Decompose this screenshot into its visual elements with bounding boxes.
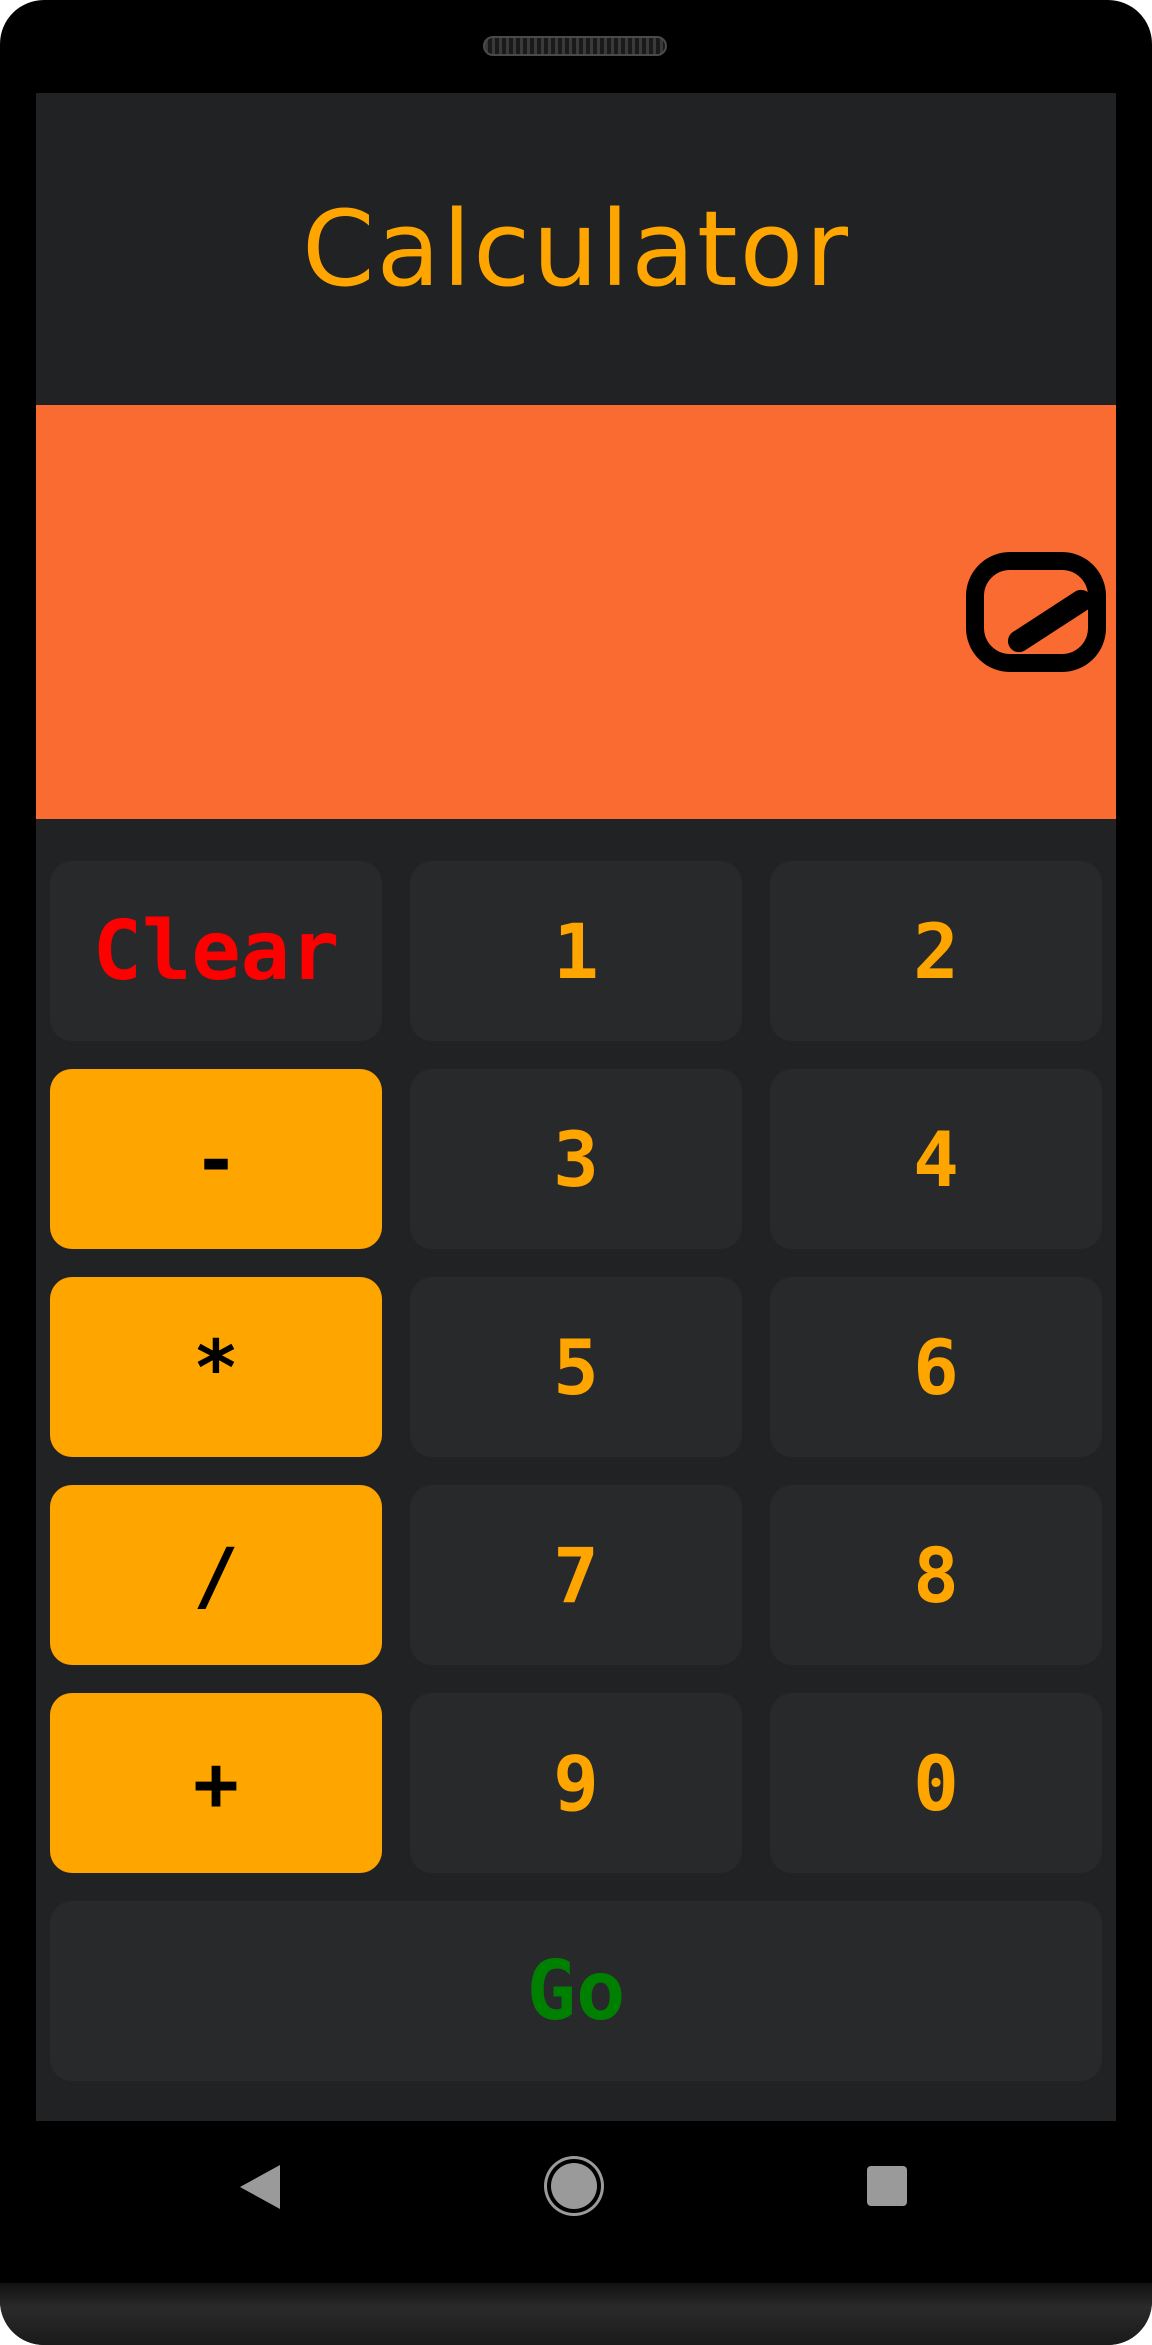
page-title: Calculator [301, 188, 851, 310]
display-value: 0 [966, 405, 1106, 819]
multiply-button[interactable]: * [50, 1277, 382, 1457]
go-button[interactable]: Go [50, 1901, 1102, 2081]
recent-apps-icon[interactable] [867, 2166, 907, 2206]
digit-5-button[interactable]: 5 [410, 1277, 742, 1457]
speaker-grille [483, 36, 667, 56]
digit-0-button[interactable]: 0 [770, 1693, 1102, 1873]
add-button[interactable]: + [50, 1693, 382, 1873]
digit-4-button[interactable]: 4 [770, 1069, 1102, 1249]
app-screen: Calculator 0 Clear 1 2 - 3 4 * 5 6 / 7 8… [36, 93, 1116, 2121]
phone-chin [0, 2283, 1152, 2345]
divide-button[interactable]: / [50, 1485, 382, 1665]
system-navigation-bar [0, 2121, 1152, 2251]
phone-frame: Calculator 0 Clear 1 2 - 3 4 * 5 6 / 7 8… [0, 0, 1152, 2345]
digit-6-button[interactable]: 6 [770, 1277, 1102, 1457]
digit-8-button[interactable]: 8 [770, 1485, 1102, 1665]
calculator-display: 0 [36, 405, 1116, 819]
display-value-text: 0 [966, 552, 1106, 672]
digit-2-button[interactable]: 2 [770, 861, 1102, 1041]
home-icon[interactable] [551, 2163, 597, 2209]
clear-button[interactable]: Clear [50, 861, 382, 1041]
digit-9-button[interactable]: 9 [410, 1693, 742, 1873]
digit-7-button[interactable]: 7 [410, 1485, 742, 1665]
back-icon[interactable] [240, 2165, 280, 2209]
subtract-button[interactable]: - [50, 1069, 382, 1249]
keypad: Clear 1 2 - 3 4 * 5 6 / 7 8 + 9 0 Go [36, 819, 1116, 2121]
digit-3-button[interactable]: 3 [410, 1069, 742, 1249]
digit-1-button[interactable]: 1 [410, 861, 742, 1041]
